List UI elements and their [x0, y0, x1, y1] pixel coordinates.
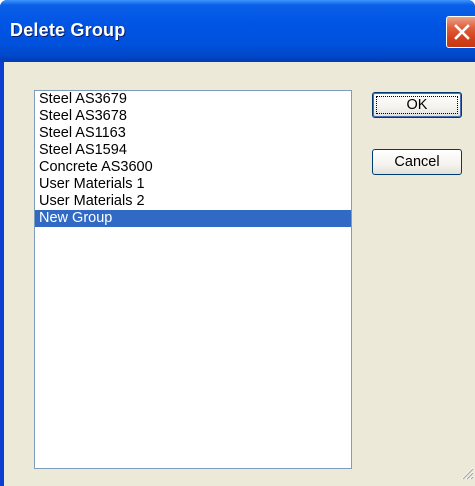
close-icon [454, 24, 470, 40]
group-listbox[interactable]: Steel AS3679 Steel AS3678 Steel AS1163 S… [34, 90, 352, 469]
list-item[interactable]: Concrete AS3600 [35, 159, 351, 176]
size-grip[interactable] [460, 466, 474, 485]
title-bar[interactable]: Delete Group [0, 0, 475, 62]
list-item[interactable]: Steel AS1163 [35, 125, 351, 142]
list-item[interactable]: Steel AS3678 [35, 108, 351, 125]
close-button[interactable] [446, 16, 475, 48]
cancel-button[interactable]: Cancel [372, 149, 462, 175]
dialog-body: Steel AS3679 Steel AS3678 Steel AS1163 S… [4, 62, 475, 486]
list-item[interactable]: Steel AS3679 [35, 91, 351, 108]
delete-group-dialog: Delete Group Steel AS3679 Steel AS3678 S… [0, 0, 475, 486]
list-item-selected[interactable]: New Group [35, 210, 351, 227]
list-item[interactable]: User Materials 1 [35, 176, 351, 193]
cancel-button-label: Cancel [394, 154, 440, 170]
ok-button-label: OK [406, 97, 428, 113]
size-grip-icon [461, 467, 474, 480]
dialog-title: Delete Group [10, 20, 126, 40]
ok-button[interactable]: OK [372, 92, 462, 118]
list-item[interactable]: Steel AS1594 [35, 142, 351, 159]
list-item[interactable]: User Materials 2 [35, 193, 351, 210]
